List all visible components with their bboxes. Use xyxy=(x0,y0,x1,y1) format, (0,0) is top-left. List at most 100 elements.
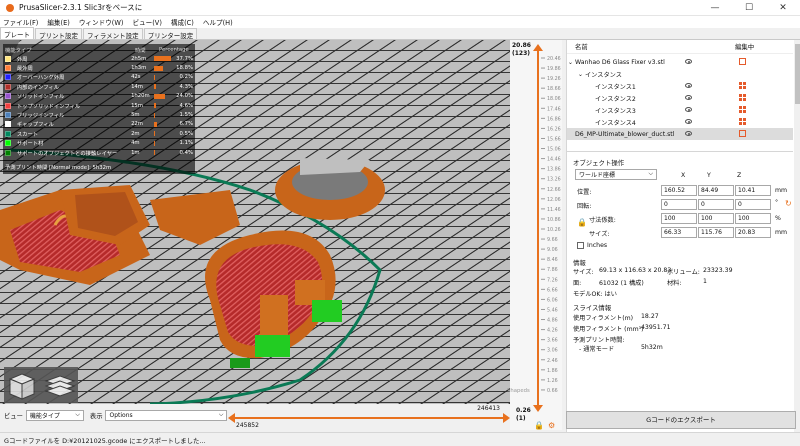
menu-config[interactable]: 構成(C) xyxy=(171,17,194,27)
minimize-button[interactable]: — xyxy=(698,3,732,13)
visibility-eye-icon[interactable] xyxy=(685,119,692,124)
edit-settings-icon[interactable] xyxy=(739,130,746,137)
legend-row[interactable]: サポートのオブジェクトとの接触レイヤー 1m 0.4% xyxy=(5,148,193,157)
instance-row[interactable]: インスタンス4 xyxy=(567,116,793,128)
legend-row-bar xyxy=(154,56,173,62)
instance-row[interactable]: インスタンス3 xyxy=(567,104,793,116)
position-x-input[interactable]: 160.52 xyxy=(661,185,697,196)
vslider-top-thumb[interactable] xyxy=(533,44,543,51)
scale-y-input[interactable]: 100 xyxy=(698,213,734,224)
view-type-select[interactable]: 機能タイプ xyxy=(25,409,84,421)
menu-help[interactable]: ヘルプ(H) xyxy=(203,17,233,27)
legend-row-pct: 18.8% xyxy=(176,65,193,72)
legend-row-name: ブリッジインフィル xyxy=(16,113,65,120)
horizontal-move-slider[interactable]: 246413 245852 xyxy=(228,404,510,432)
legend-row-time: 42s xyxy=(131,74,141,81)
menu-edit[interactable]: 編集(E) xyxy=(47,17,70,27)
view-toggle-box[interactable] xyxy=(4,367,78,403)
instance-grid-icon[interactable] xyxy=(739,94,746,101)
tab-filament-settings[interactable]: フィラメント設定 xyxy=(83,28,143,40)
legend-row-pct: 4.6% xyxy=(179,102,193,109)
cube-view-icon[interactable] xyxy=(8,373,36,400)
legend-row[interactable]: 外周 2h5m 37.7% xyxy=(5,54,193,63)
vslider-bottom-thumb[interactable] xyxy=(533,405,543,412)
legend-header-type: 機能タイプ xyxy=(5,47,32,54)
edit-settings-icon[interactable] xyxy=(739,58,746,65)
lock-icon[interactable]: 🔒 xyxy=(534,421,544,430)
size-unit: mm xyxy=(775,229,788,236)
visibility-eye-icon[interactable] xyxy=(685,59,692,64)
rotation-x-input[interactable]: 0 xyxy=(661,199,697,210)
inches-checkbox[interactable] xyxy=(577,242,584,249)
coordinate-system-select[interactable]: ワールド座標 xyxy=(575,169,657,180)
legend-row-pct: 6.7% xyxy=(179,121,193,128)
instance-grid-icon[interactable] xyxy=(739,82,746,89)
legend-row-time: 2m xyxy=(131,130,140,137)
object-row-label: インスタンス3 xyxy=(595,107,636,115)
rotation-z-input[interactable]: 0 xyxy=(735,199,771,210)
vslider-tick-label: 14.46 xyxy=(547,157,561,163)
scale-x-input[interactable]: 100 xyxy=(661,213,697,224)
menu-window[interactable]: ウィンドウ(W) xyxy=(79,17,124,27)
vslider-tick-label: 12.06 xyxy=(547,197,561,203)
visibility-eye-icon[interactable] xyxy=(685,107,692,112)
info-title: 情報 xyxy=(573,259,586,267)
legend-row[interactable]: ブリッジインフィル 5m 1.5% xyxy=(5,110,193,119)
legend-row[interactable]: 最外周 1h3m 18.8% xyxy=(5,63,193,72)
rotation-y-input[interactable]: 0 xyxy=(698,199,734,210)
objlist-header-name: 名前 xyxy=(575,43,588,51)
menu-view[interactable]: ビュー(V) xyxy=(132,17,161,27)
object-row-label: インスタンス2 xyxy=(595,95,636,103)
expand-arrow-icon[interactable]: ⌄ xyxy=(567,71,585,78)
size-y-input[interactable]: 115.76 xyxy=(698,227,734,238)
legend-row[interactable]: トップソリッドインフィル 15m 4.6% xyxy=(5,101,193,110)
instance-row[interactable]: インスタンス1 xyxy=(567,80,793,92)
export-gcode-button[interactable]: Gコードのエクスポート xyxy=(566,411,796,429)
object-row[interactable]: D6_MP-Ultimate_blower_duct.stl xyxy=(567,128,793,140)
legend-row-pct: 1.5% xyxy=(179,112,193,119)
visibility-eye-icon[interactable] xyxy=(685,83,692,88)
expand-arrow-icon[interactable]: ⌄ xyxy=(567,59,575,66)
legend-row[interactable]: ソリッドインフィル 1h20m 24.0% xyxy=(5,92,193,101)
close-button[interactable]: ✕ xyxy=(766,3,800,13)
instances-group-row[interactable]: ⌄ インスタンス xyxy=(567,68,793,80)
position-z-input[interactable]: 10.41 xyxy=(735,185,771,196)
legend-row[interactable]: スカート 2m 0.5% xyxy=(5,129,193,138)
hslider-right-thumb[interactable] xyxy=(503,413,510,423)
legend-row[interactable]: ギャップフィル 22m 6.7% xyxy=(5,120,193,129)
instance-grid-icon[interactable] xyxy=(739,106,746,113)
tab-plater[interactable]: プレート xyxy=(0,27,34,39)
sidebar-scroll-thumb[interactable] xyxy=(795,44,800,104)
object-row[interactable]: ⌄ Wanhao D6 Glass Fixer v3.stl xyxy=(567,56,793,68)
info-size-value: 69.13 x 116.63 x 20.83 xyxy=(599,267,672,274)
scale-lock-icon[interactable]: 🔒 xyxy=(577,218,587,227)
legend-row[interactable]: 内部のインフィル 14m 4.3% xyxy=(5,82,193,91)
maximize-button[interactable]: ☐ xyxy=(732,3,766,13)
reset-rotation-icon[interactable]: ↻ xyxy=(785,199,792,208)
settings-cog-icon[interactable]: ⚙ xyxy=(548,421,555,430)
tab-print-settings[interactable]: プリント設定 xyxy=(35,28,82,40)
gcode-preview-viewport[interactable]: 機能タイプ 時間 Percentage 外周 2h5m 37.7% 最外周 1h3m 18… xyxy=(0,40,510,404)
menu-file[interactable]: ファイル(F) xyxy=(3,17,38,27)
vertical-layer-slider[interactable]: 20.86 (123) 20.46 19.86 19.26 18.66 18.06 17.… xyxy=(507,40,562,430)
visibility-eye-icon[interactable] xyxy=(685,131,692,136)
legend-header-time: 時間 xyxy=(135,47,146,54)
layers-view-icon[interactable] xyxy=(44,375,76,397)
legend-row-pct: 37.7% xyxy=(176,55,193,62)
sidebar-scrollbar[interactable] xyxy=(794,40,800,432)
show-options-select[interactable]: Options xyxy=(105,409,228,421)
legend-row[interactable]: サポート材 4m 1.1% xyxy=(5,139,193,148)
legend-row-bar xyxy=(154,112,173,118)
visibility-eye-icon[interactable] xyxy=(685,95,692,100)
instance-row[interactable]: インスタンス2 xyxy=(567,92,793,104)
instance-grid-icon[interactable] xyxy=(739,118,746,125)
size-z-input[interactable]: 20.83 xyxy=(735,227,771,238)
tab-printer-settings[interactable]: プリンター設定 xyxy=(143,28,198,40)
scale-z-input[interactable]: 100 xyxy=(735,213,771,224)
legend-row-name: ギャップフィル xyxy=(16,122,54,129)
position-y-input[interactable]: 84.49 xyxy=(698,185,734,196)
vslider-tick-label: 2.46 xyxy=(547,358,558,364)
legend-row[interactable]: オーバーハング外周 42s 0.2% xyxy=(5,73,193,82)
size-x-input[interactable]: 66.33 xyxy=(661,227,697,238)
legend-row-time: 22m xyxy=(131,121,143,128)
